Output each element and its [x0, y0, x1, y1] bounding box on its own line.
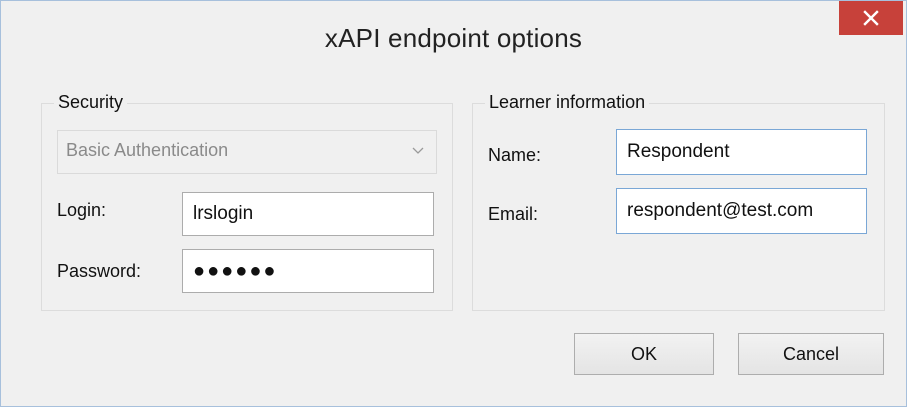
dialog-title: xAPI endpoint options	[324, 23, 583, 53]
password-input[interactable]: ●●●●●●	[182, 249, 434, 293]
name-input[interactable]: Respondent	[616, 129, 867, 175]
auth-method-select[interactable]: Basic Authentication	[57, 130, 437, 174]
close-icon	[863, 10, 879, 26]
title-bar: xAPI endpoint options	[1, 1, 906, 83]
learner-legend: Learner information	[485, 90, 650, 114]
auth-method-value: Basic Authentication	[66, 140, 229, 160]
password-label: Password:	[57, 261, 142, 281]
ok-button[interactable]: OK	[574, 333, 714, 375]
cancel-button[interactable]: Cancel	[738, 333, 884, 375]
email-input[interactable]: respondent@test.com	[616, 188, 867, 234]
security-group: Security Basic Authentication Login: lrs…	[41, 90, 453, 311]
login-label: Login:	[57, 200, 107, 220]
email-label: Email:	[488, 204, 539, 224]
security-legend: Security	[54, 90, 128, 114]
login-input[interactable]: lrslogin	[182, 192, 434, 236]
close-button[interactable]	[839, 1, 903, 35]
chevron-down-icon	[412, 147, 424, 154]
name-label: Name:	[488, 145, 542, 165]
dialog-window: xAPI endpoint options Security Basic Aut…	[0, 0, 907, 407]
learner-information-group: Learner information Name: Respondent Ema…	[472, 90, 885, 311]
